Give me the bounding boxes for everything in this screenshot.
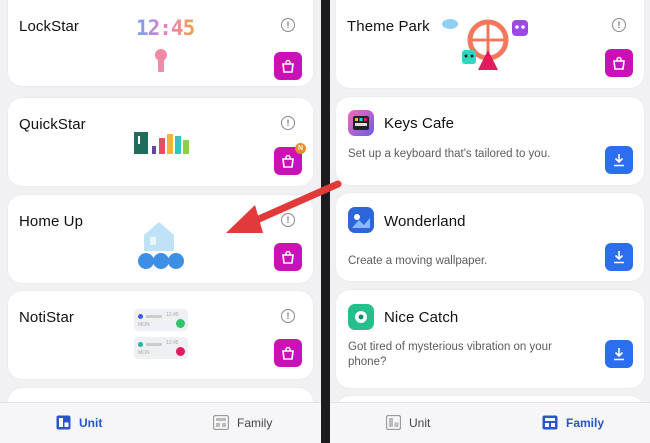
annotation-arrow <box>226 180 342 233</box>
